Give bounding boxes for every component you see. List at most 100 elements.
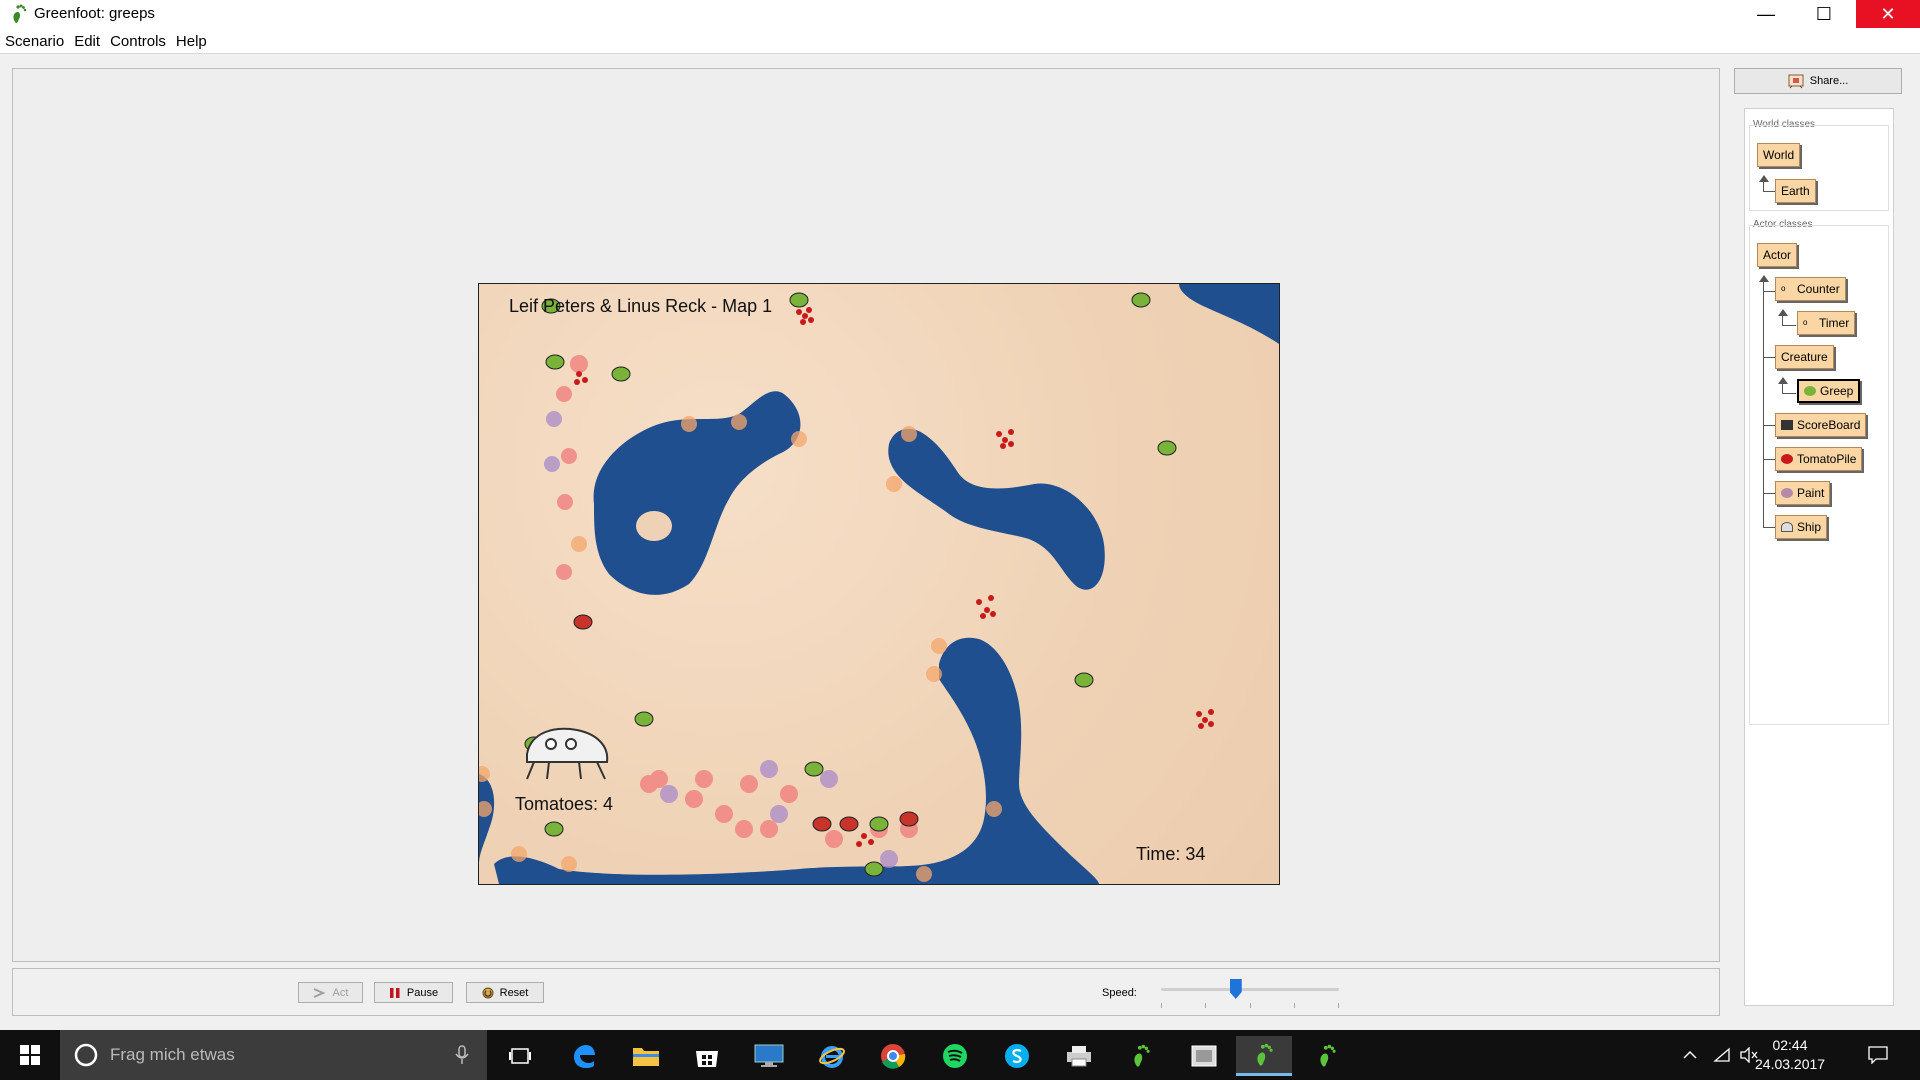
windows-start-icon <box>20 1045 40 1065</box>
file-explorer-icon <box>633 1048 659 1066</box>
pause-label: Pause <box>406 986 439 999</box>
search-box[interactable]: Frag mich etwas <box>60 1030 487 1080</box>
clock-date: 24.03.2017 <box>1755 1056 1826 1072</box>
reset-label: Reset <box>499 986 529 999</box>
share-label: Share... <box>1809 75 1849 87</box>
skype-icon <box>1005 1044 1029 1068</box>
greenfoot-task-2[interactable] <box>1236 1036 1292 1076</box>
class-actor[interactable]: Actor <box>1757 243 1798 267</box>
share-icon <box>1788 74 1804 89</box>
speed-slider[interactable] <box>1151 979 1347 1009</box>
network-button[interactable] <box>1713 1030 1731 1080</box>
share-button[interactable]: Share... <box>1734 68 1902 94</box>
counter-icon: o <box>1781 284 1786 293</box>
class-timer[interactable]: o Timer <box>1797 311 1856 335</box>
tree-line <box>1763 459 1775 460</box>
menu-help[interactable]: Help <box>176 33 207 50</box>
search-placeholder: Frag mich etwas <box>110 1045 235 1064</box>
tree-line <box>1763 501 1764 527</box>
world-classes-box <box>1749 125 1889 211</box>
clock-time: 02:44 <box>1772 1037 1808 1053</box>
spotify-button[interactable] <box>931 1036 979 1076</box>
title-bar: Greenfoot: greeps — ☐ ✕ <box>0 0 1920 30</box>
task-view-icon <box>509 1048 531 1064</box>
menu-controls[interactable]: Controls <box>110 33 166 50</box>
greep-icon <box>1804 386 1816 396</box>
store-button[interactable] <box>683 1036 731 1076</box>
minimize-icon: — <box>1757 3 1775 24</box>
remote-desktop-button[interactable] <box>745 1036 793 1076</box>
tree-line <box>1782 315 1783 325</box>
taskbar: Frag mich etwas 02:44 24.03.2017 <box>0 1030 1920 1080</box>
microphone-icon[interactable] <box>455 1045 469 1065</box>
task-view-button[interactable] <box>496 1036 544 1076</box>
class-greep[interactable]: Greep <box>1797 379 1861 403</box>
tomato-icon <box>1781 454 1793 464</box>
network-icon <box>1713 1047 1730 1062</box>
class-counter-label: Counter <box>1797 282 1840 296</box>
class-ship[interactable]: Ship <box>1775 515 1828 539</box>
class-world[interactable]: World <box>1757 143 1801 167</box>
printer-icon <box>1067 1046 1091 1067</box>
pause-button[interactable]: Pause <box>374 982 453 1003</box>
notification-icon <box>1868 1046 1888 1064</box>
internet-explorer-button[interactable] <box>808 1036 856 1076</box>
spotify-icon <box>943 1044 967 1068</box>
printer-button[interactable] <box>1055 1036 1103 1076</box>
tree-line <box>1763 425 1775 426</box>
act-icon <box>313 987 326 998</box>
inherit-arrow <box>1759 275 1769 282</box>
close-button[interactable]: ✕ <box>1856 0 1920 28</box>
class-paint[interactable]: Paint <box>1775 481 1831 505</box>
tray-chevron-button[interactable] <box>1683 1030 1697 1080</box>
speed-tick <box>1250 1003 1251 1008</box>
menu-edit[interactable]: Edit <box>74 33 100 50</box>
close-icon: ✕ <box>1880 3 1896 24</box>
water-lake-right <box>888 428 1105 590</box>
world-canvas[interactable]: Leif Peters & Linus Reck - Map 1 Tomatoe… <box>478 283 1280 885</box>
tree-line <box>1782 383 1783 393</box>
act-button[interactable]: Act <box>298 982 363 1003</box>
maximize-icon: ☐ <box>1815 3 1833 24</box>
class-ship-label: Ship <box>1797 520 1822 534</box>
tree-line <box>1763 191 1775 192</box>
speed-thumb[interactable] <box>1229 979 1242 999</box>
class-greep-label: Greep <box>1820 384 1854 398</box>
skype-button[interactable] <box>993 1036 1041 1076</box>
speed-tick <box>1338 1003 1339 1008</box>
class-tomatopile[interactable]: TomatoPile <box>1775 447 1863 471</box>
start-button[interactable] <box>0 1030 60 1080</box>
tray-chevron-icon <box>1683 1050 1697 1059</box>
class-counter[interactable]: o Counter <box>1775 277 1846 301</box>
class-scoreboard[interactable]: ScoreBoard <box>1775 413 1867 437</box>
notification-button[interactable] <box>1868 1030 1888 1080</box>
greenfoot-task-1[interactable] <box>1117 1036 1165 1076</box>
class-panel: World classes World Earth Actor classes … <box>1744 108 1894 1006</box>
speed-label: Speed: <box>1102 987 1137 999</box>
menu-bar: Scenario Edit Controls Help <box>0 30 1920 54</box>
paint-icon <box>1781 488 1793 498</box>
edge-button[interactable] <box>560 1036 608 1076</box>
screenshot-tool-button[interactable] <box>1180 1036 1228 1076</box>
class-creature[interactable]: Creature <box>1775 345 1834 369</box>
menu-scenario[interactable]: Scenario <box>5 33 64 50</box>
greenfoot-task-3[interactable] <box>1303 1036 1351 1076</box>
clock[interactable]: 02:44 24.03.2017 <box>1755 1036 1825 1074</box>
reset-icon <box>482 987 494 998</box>
inherit-arrow <box>1778 377 1788 384</box>
chrome-button[interactable] <box>869 1036 917 1076</box>
class-earth[interactable]: Earth <box>1775 179 1816 203</box>
tree-line <box>1763 527 1775 528</box>
file-explorer-button[interactable] <box>622 1036 670 1076</box>
speed-tick <box>1161 1003 1162 1008</box>
minimize-button[interactable]: — <box>1738 0 1794 28</box>
controls-bar: Act Pause Reset Speed: <box>12 968 1720 1016</box>
tree-line <box>1763 493 1775 494</box>
tomatoes-counter: Tomatoes: 4 <box>515 794 614 814</box>
tree-line <box>1763 291 1775 292</box>
tree-line <box>1763 281 1764 501</box>
maximize-button[interactable]: ☐ <box>1796 0 1852 28</box>
pause-icon <box>389 987 400 998</box>
reset-button[interactable]: Reset <box>466 982 544 1003</box>
class-scoreboard-label: ScoreBoard <box>1797 418 1861 432</box>
